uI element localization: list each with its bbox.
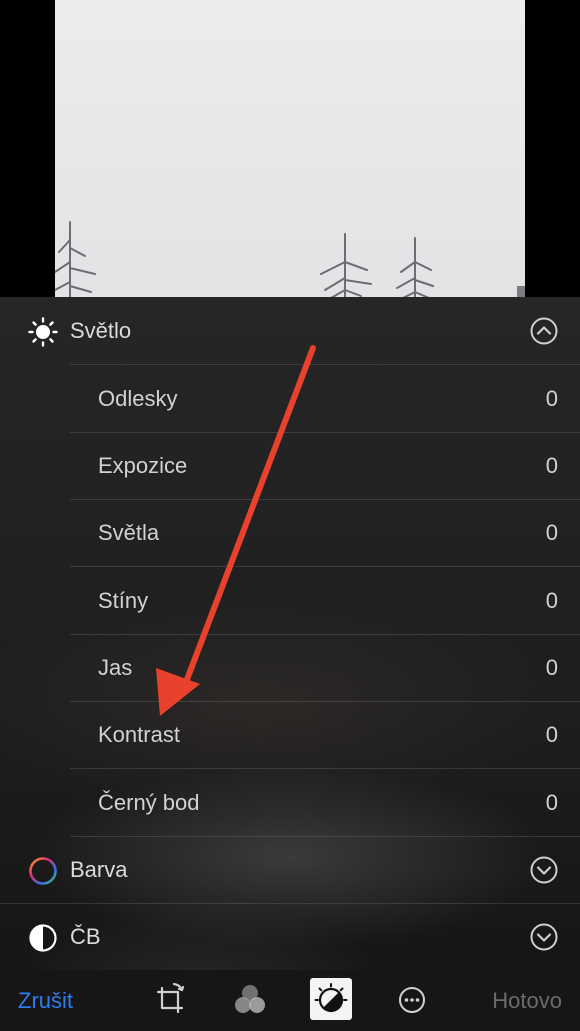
- row-value: 0: [545, 453, 558, 478]
- row-label: Expozice: [98, 453, 188, 478]
- cancel-button[interactable]: Zrušit: [18, 970, 73, 1031]
- row-label: Světla: [98, 520, 160, 545]
- row-label: Stíny: [98, 588, 149, 613]
- row-value: 0: [545, 790, 558, 815]
- adjust-dial-button[interactable]: [310, 978, 352, 1020]
- chevron-up-icon[interactable]: [530, 317, 558, 345]
- row-value: 0: [545, 520, 558, 545]
- adjust-row-exposure[interactable]: Expozice 0: [70, 432, 580, 499]
- adjust-row-black-point[interactable]: Černý bod 0: [70, 769, 580, 836]
- adjust-row-brightness[interactable]: Jas 0: [70, 634, 580, 701]
- section-color-label: Barva: [70, 857, 128, 882]
- more-icon[interactable]: [392, 980, 432, 1020]
- row-value: 0: [545, 386, 558, 411]
- adjust-row-contrast[interactable]: Kontrast 0: [70, 701, 580, 768]
- row-label: Kontrast: [98, 722, 180, 747]
- crop-rotate-icon[interactable]: [150, 980, 190, 1020]
- section-bw[interactable]: ČB: [0, 903, 580, 970]
- adjust-row-shadows[interactable]: Stíny 0: [70, 567, 580, 634]
- section-color[interactable]: Barva: [0, 836, 580, 903]
- adjust-row-highlights[interactable]: Odlesky 0: [70, 365, 580, 432]
- done-button[interactable]: Hotovo: [492, 970, 562, 1031]
- sun-icon: [28, 317, 58, 347]
- chevron-down-icon[interactable]: [530, 923, 558, 951]
- color-wheel-icon: [28, 856, 58, 886]
- adjust-dial-icon: [314, 983, 348, 1013]
- half-circle-icon: [28, 923, 58, 953]
- bottom-toolbar: Zrušit Hotovo: [0, 970, 580, 1031]
- chevron-down-icon[interactable]: [530, 856, 558, 884]
- filters-icon[interactable]: [230, 980, 270, 1020]
- row-label: Odlesky: [98, 386, 178, 411]
- photo-preview: [55, 0, 525, 298]
- section-light-label: Světlo: [70, 318, 132, 343]
- photo-area: [0, 0, 580, 298]
- row-label: Jas: [98, 655, 133, 680]
- adjust-row-brights[interactable]: Světla 0: [70, 499, 580, 566]
- row-value: 0: [545, 588, 558, 613]
- row-label: Černý bod: [98, 790, 200, 815]
- row-value: 0: [545, 655, 558, 680]
- section-bw-label: ČB: [70, 924, 101, 949]
- adjustments-panel: Světlo Odlesky 0 Expozice 0 Světla 0 Stí…: [0, 297, 580, 970]
- section-light[interactable]: Světlo: [0, 297, 580, 364]
- row-value: 0: [545, 722, 558, 747]
